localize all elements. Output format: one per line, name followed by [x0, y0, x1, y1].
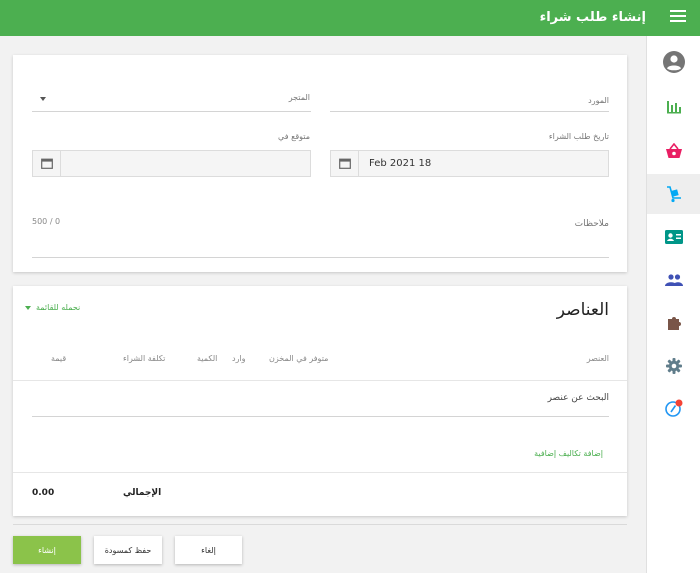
basket-icon: [666, 143, 682, 158]
order-date-label: تاريخ طلب الشراء: [548, 132, 609, 141]
column-item: العنصر: [586, 354, 609, 363]
column-quantity: الكمية: [197, 354, 218, 363]
footer-divider: [13, 524, 627, 525]
gear-icon: [666, 358, 682, 374]
sidebar-item-users[interactable]: [647, 260, 700, 300]
notes-field[interactable]: [32, 257, 609, 258]
tax-select[interactable]: نحمله للقائمة: [25, 303, 80, 312]
people-icon: [665, 274, 683, 286]
sidebar-item-sales[interactable]: [647, 131, 700, 171]
notes-label: ملاحظات: [574, 219, 609, 229]
column-value: قيمة: [51, 354, 67, 363]
puzzle-icon: [668, 317, 681, 330]
divider: [13, 380, 627, 381]
order-date-field[interactable]: Feb 2021 18: [330, 150, 609, 177]
column-purchase-cost: تكلفة الشراء: [123, 354, 166, 363]
item-search-underline: [32, 416, 609, 417]
supplier-label: المورد: [588, 96, 609, 105]
compass-icon: [665, 399, 683, 417]
store-select[interactable]: [32, 111, 311, 112]
chevron-down-icon: [25, 305, 31, 310]
sidebar-item-contacts[interactable]: [647, 217, 700, 257]
sidebar-item-profile[interactable]: [647, 42, 700, 82]
total-value: 0.00: [32, 488, 55, 498]
menu-icon[interactable]: [670, 10, 686, 24]
tax-select-label: نحمله للقائمة: [36, 303, 81, 312]
chevron-down-icon[interactable]: [40, 97, 46, 101]
top-app-bar: إنشاء طلب شراء: [0, 0, 700, 36]
total-label: الإجمالي: [123, 488, 162, 498]
sidebar-item-notifications[interactable]: [647, 388, 700, 428]
calendar-icon[interactable]: [33, 151, 61, 176]
contact-card-icon: [665, 230, 683, 244]
notes-counter: 500 / 0: [32, 217, 61, 226]
store-label: المتجر: [288, 93, 310, 102]
dolly-icon: [667, 186, 681, 203]
divider: [13, 472, 627, 473]
sidebar-item-reports[interactable]: [647, 86, 700, 126]
calendar-icon[interactable]: [331, 151, 359, 176]
supplier-field[interactable]: [330, 111, 609, 112]
sidebar: [646, 36, 700, 573]
save-draft-button[interactable]: حفظ كمسودة: [94, 536, 162, 564]
expected-date-field[interactable]: [32, 150, 311, 177]
page-title: إنشاء طلب شراء: [539, 10, 646, 25]
account-circle-icon: [663, 51, 685, 73]
column-in-stock: متوفر في المخزن: [269, 354, 329, 363]
create-button[interactable]: إنشاء: [13, 536, 81, 564]
expected-date-label: متوقع في: [278, 132, 310, 141]
order-date-value: Feb 2021 18: [369, 158, 432, 169]
sidebar-item-plugins[interactable]: [647, 303, 700, 343]
sidebar-item-settings[interactable]: [647, 346, 700, 386]
sidebar-item-purchases[interactable]: [647, 174, 700, 214]
bar-chart-icon: [667, 101, 681, 114]
column-incoming: وارد: [232, 354, 246, 363]
purchase-order-form-card: المورد المتجر تاريخ طلب الشراء Feb 2021 …: [13, 55, 627, 272]
add-extra-costs-link[interactable]: إضافة تكاليف إضافية: [534, 449, 603, 458]
items-card: العناصر نحمله للقائمة العنصر متوفر في ال…: [13, 286, 627, 516]
item-search-input[interactable]: البحث عن عنصر: [548, 393, 609, 403]
items-title: العناصر: [556, 300, 609, 320]
cancel-button[interactable]: إلغاء: [175, 536, 242, 564]
